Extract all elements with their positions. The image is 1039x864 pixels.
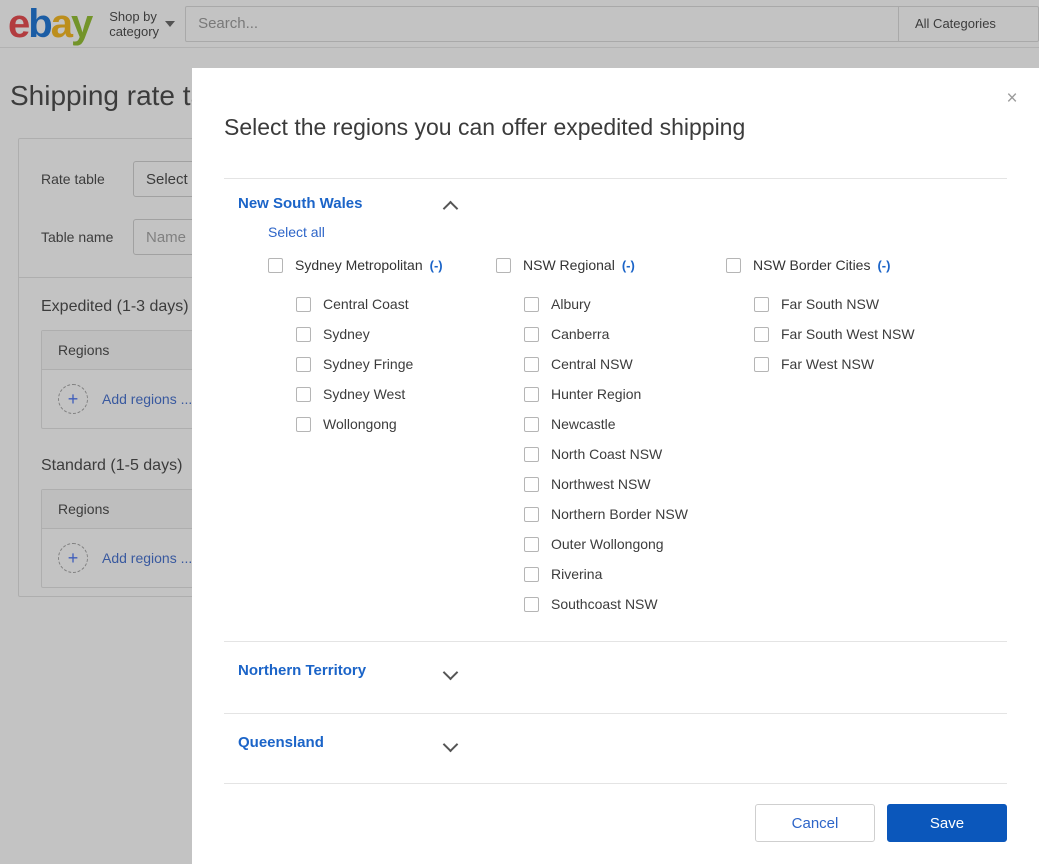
state-section-northern-territory: Northern Territory	[224, 642, 1007, 714]
state-header-northern-territory[interactable]: Northern Territory	[224, 642, 1007, 691]
region-item[interactable]: Sydney	[268, 319, 496, 349]
checkbox[interactable]	[524, 416, 539, 432]
region-item[interactable]: Newcastle	[496, 409, 726, 439]
group-parent-row[interactable]: NSW Regional (-)	[496, 250, 726, 280]
region-label: Outer Wollongong	[551, 536, 664, 552]
select-regions-modal: × Select the regions you can offer exped…	[192, 68, 1039, 864]
collapse-group-link[interactable]: (-)	[622, 258, 635, 273]
region-groups: Sydney Metropolitan (-) Central Coast Sy…	[224, 246, 1007, 619]
modal-title: Select the regions you can offer expedit…	[224, 114, 746, 140]
checkbox[interactable]	[524, 356, 539, 372]
group-label: Sydney Metropolitan	[295, 257, 423, 273]
checkbox[interactable]	[524, 506, 539, 522]
checkbox[interactable]	[524, 536, 539, 552]
region-item[interactable]: Far West NSW	[726, 349, 986, 379]
region-label: Far West NSW	[781, 356, 875, 372]
checkbox[interactable]	[296, 386, 311, 402]
region-label: Northwest NSW	[551, 476, 651, 492]
cancel-button[interactable]: Cancel	[755, 804, 875, 842]
region-label: Sydney	[323, 326, 370, 342]
region-label: Central NSW	[551, 356, 633, 372]
region-label: North Coast NSW	[551, 446, 663, 462]
region-item[interactable]: Central Coast	[268, 289, 496, 319]
checkbox[interactable]	[524, 476, 539, 492]
modal-header: Select the regions you can offer expedit…	[192, 68, 1039, 179]
checkbox[interactable]	[296, 356, 311, 372]
group-parent-row[interactable]: Sydney Metropolitan (-)	[268, 250, 496, 280]
state-header-queensland[interactable]: Queensland	[224, 714, 1007, 763]
checkbox[interactable]	[524, 296, 539, 312]
region-item[interactable]: Outer Wollongong	[496, 529, 726, 559]
group-label: NSW Regional	[523, 257, 615, 273]
checkbox[interactable]	[268, 257, 283, 273]
region-item[interactable]: Northern Border NSW	[496, 499, 726, 529]
region-label: Riverina	[551, 566, 603, 582]
region-item[interactable]: Canberra	[496, 319, 726, 349]
checkbox[interactable]	[524, 326, 539, 342]
save-button[interactable]: Save	[887, 804, 1007, 842]
region-item[interactable]: Far South NSW	[726, 289, 986, 319]
checkbox[interactable]	[726, 257, 741, 273]
checkbox[interactable]	[496, 257, 511, 273]
checkbox[interactable]	[524, 596, 539, 612]
region-item[interactable]: Far South West NSW	[726, 319, 986, 349]
checkbox[interactable]	[296, 416, 311, 432]
region-item[interactable]: Riverina	[496, 559, 726, 589]
region-item[interactable]: Wollongong	[268, 409, 496, 439]
chevron-up-icon[interactable]	[443, 196, 459, 212]
region-group-sydney-metropolitan: Sydney Metropolitan (-) Central Coast Sy…	[224, 250, 496, 619]
region-item[interactable]: Sydney West	[268, 379, 496, 409]
state-name: Queensland	[238, 734, 324, 751]
group-parent-row[interactable]: NSW Border Cities (-)	[726, 250, 986, 280]
state-name: Northern Territory	[238, 662, 367, 679]
checkbox[interactable]	[754, 326, 769, 342]
checkbox[interactable]	[296, 296, 311, 312]
state-section-new-south-wales: New South Wales Select all Sydney Metrop…	[224, 179, 1007, 642]
region-label: Northern Border NSW	[551, 506, 688, 522]
region-group-nsw-border-cities: NSW Border Cities (-) Far South NSW Far …	[726, 250, 986, 619]
region-label: Wollongong	[323, 416, 397, 432]
region-label: Sydney Fringe	[323, 356, 414, 372]
collapse-group-link[interactable]: (-)	[430, 258, 443, 273]
region-label: Southcoast NSW	[551, 596, 658, 612]
chevron-down-icon[interactable]	[443, 663, 459, 679]
group-label: NSW Border Cities	[753, 257, 871, 273]
close-icon[interactable]: ×	[1001, 88, 1023, 110]
checkbox[interactable]	[754, 356, 769, 372]
state-name: New South Wales	[238, 195, 363, 212]
region-item[interactable]: Hunter Region	[496, 379, 726, 409]
region-group-nsw-regional: NSW Regional (-) Albury Canberra Central…	[496, 250, 726, 619]
footer-actions: Cancel Save	[224, 784, 1007, 864]
collapse-group-link[interactable]: (-)	[877, 258, 890, 273]
region-item[interactable]: Northwest NSW	[496, 469, 726, 499]
state-section-queensland: Queensland	[224, 714, 1007, 763]
state-header-new-south-wales[interactable]: New South Wales	[224, 179, 1007, 214]
region-item[interactable]: Central NSW	[496, 349, 726, 379]
checkbox[interactable]	[296, 326, 311, 342]
region-label: Albury	[551, 296, 591, 312]
region-item[interactable]: North Coast NSW	[496, 439, 726, 469]
region-label: Hunter Region	[551, 386, 642, 402]
region-label: Canberra	[551, 326, 610, 342]
region-label: Central Coast	[323, 296, 409, 312]
checkbox[interactable]	[524, 566, 539, 582]
checkbox[interactable]	[524, 446, 539, 462]
region-item[interactable]: Southcoast NSW	[496, 589, 726, 619]
checkbox[interactable]	[524, 386, 539, 402]
select-all-link[interactable]: Select all	[268, 224, 325, 240]
region-label: Far South West NSW	[781, 326, 915, 342]
chevron-down-icon[interactable]	[443, 735, 459, 751]
region-item[interactable]: Albury	[496, 289, 726, 319]
modal-footer: Cancel Save	[192, 783, 1039, 864]
region-label: Newcastle	[551, 416, 616, 432]
region-label: Sydney West	[323, 386, 406, 402]
checkbox[interactable]	[754, 296, 769, 312]
region-item[interactable]: Sydney Fringe	[268, 349, 496, 379]
region-label: Far South NSW	[781, 296, 880, 312]
modal-body: New South Wales Select all Sydney Metrop…	[192, 179, 1039, 783]
